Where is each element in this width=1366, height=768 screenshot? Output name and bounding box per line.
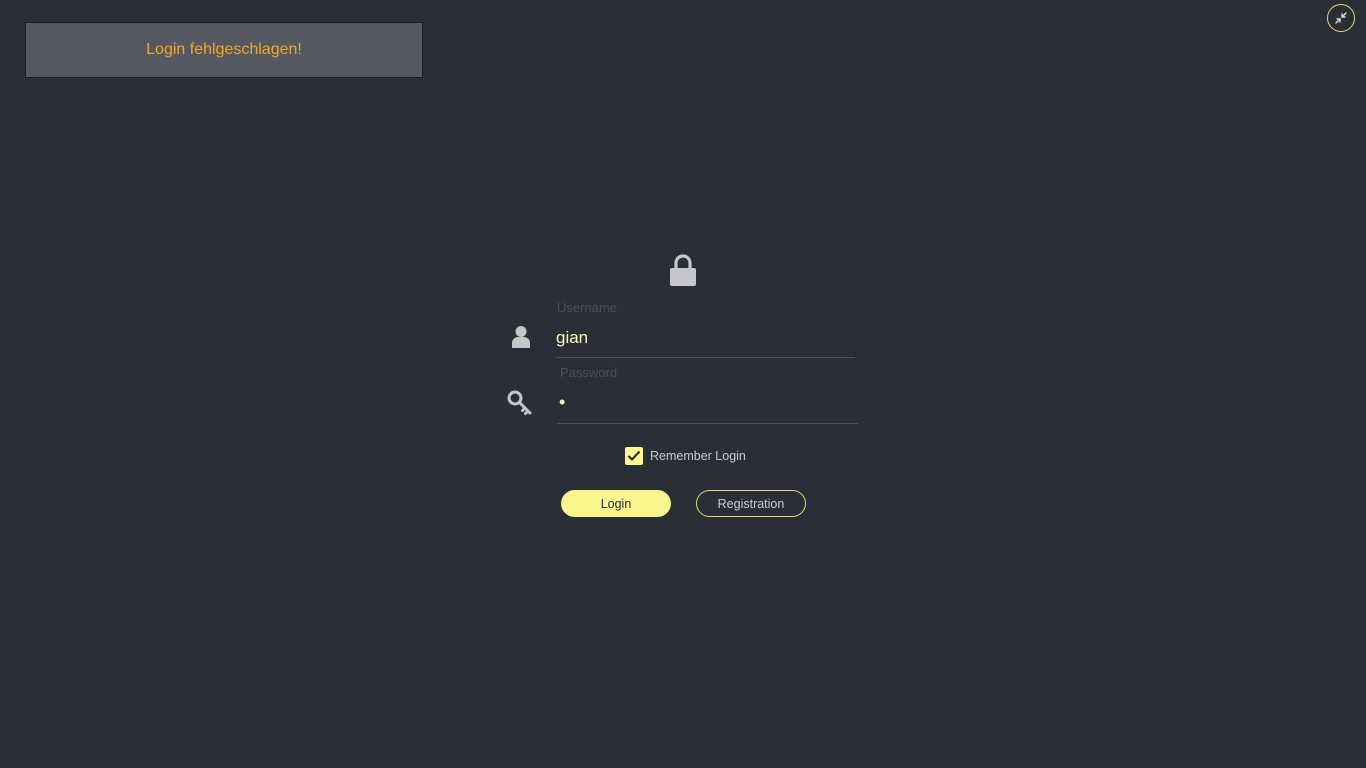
username-label: Username xyxy=(557,300,617,315)
username-input[interactable]: gian xyxy=(556,328,588,348)
error-toast: Login fehlgeschlagen! xyxy=(25,22,423,78)
login-button[interactable]: Login xyxy=(561,490,671,517)
collapse-arrows-icon xyxy=(1335,12,1347,24)
login-screen: Login fehlgeschlagen! Username gian Pass… xyxy=(0,0,1366,768)
password-input[interactable]: • xyxy=(559,392,565,413)
error-message: Login fehlgeschlagen! xyxy=(146,41,302,58)
minimize-button[interactable] xyxy=(1327,4,1355,32)
password-underline xyxy=(557,423,858,424)
key-icon xyxy=(507,390,532,415)
remember-login-checkbox[interactable] xyxy=(625,447,643,465)
username-underline xyxy=(556,357,855,358)
remember-login-label: Remember Login xyxy=(650,449,746,463)
user-icon xyxy=(512,326,530,348)
password-label: Password xyxy=(560,365,618,380)
lock-icon xyxy=(670,254,696,286)
registration-button[interactable]: Registration xyxy=(696,490,806,517)
checkmark-icon xyxy=(627,450,641,461)
